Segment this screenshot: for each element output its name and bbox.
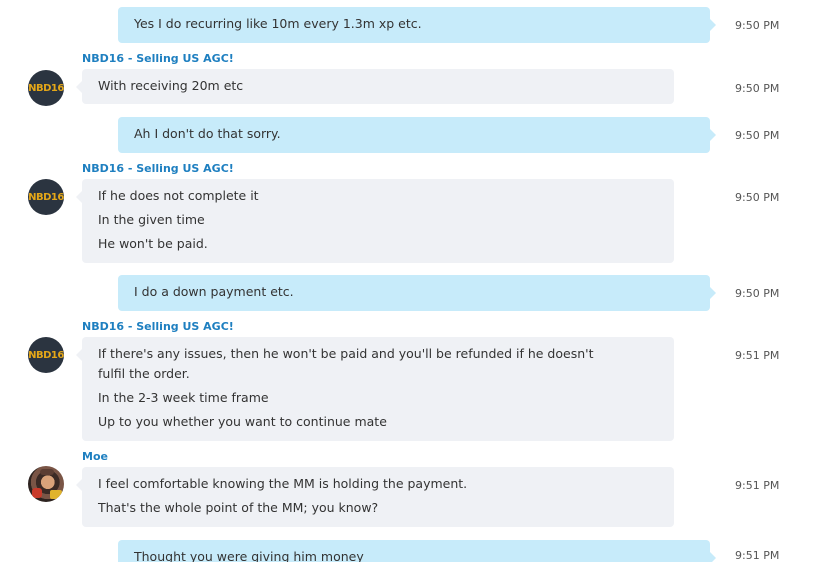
message-timestamp: 9:51 PM — [735, 349, 780, 362]
message-timestamp: 9:50 PM — [735, 129, 780, 142]
moe-avatar-photo[interactable] — [28, 466, 64, 502]
outgoing-message[interactable]: Ah I don't do that sorry. — [118, 117, 716, 153]
message-timestamp: 9:50 PM — [735, 19, 780, 32]
message-text: Ah I don't do that sorry. — [134, 126, 281, 141]
chat-conversation: Yes I do recurring like 10m every 1.3m x… — [0, 0, 816, 562]
outgoing-message[interactable]: Yes I do recurring like 10m every 1.3m x… — [118, 7, 716, 43]
message-text: I do a down payment etc. — [134, 284, 294, 299]
message-timestamp: 9:50 PM — [735, 191, 780, 204]
incoming-message[interactable]: I feel comfortable knowing the MM is hol… — [76, 467, 674, 527]
message-timestamp: 9:51 PM — [735, 549, 780, 562]
message-timestamp: 9:50 PM — [735, 287, 780, 300]
sender-name[interactable]: NBD16 - Selling US AGC! — [82, 162, 234, 175]
message-text: In the given time — [98, 212, 205, 227]
incoming-message[interactable]: If he does not complete it In the given … — [76, 179, 674, 263]
message-text: If there's any issues, then he won't be … — [98, 346, 594, 381]
nbd16-avatar-icon[interactable]: NBD16 — [28, 179, 64, 215]
message-text: If he does not complete it — [98, 188, 259, 203]
message-text: With receiving 20m etc — [98, 78, 244, 93]
avatar-text: NBD16 — [28, 349, 64, 361]
nbd16-avatar-icon[interactable]: NBD16 — [28, 70, 64, 106]
sender-name[interactable]: NBD16 - Selling US AGC! — [82, 320, 234, 333]
message-timestamp: 9:51 PM — [735, 479, 780, 492]
incoming-message[interactable]: If there's any issues, then he won't be … — [76, 337, 674, 441]
message-text: In the 2-3 week time frame — [98, 390, 269, 405]
sender-name[interactable]: NBD16 - Selling US AGC! — [82, 52, 234, 65]
message-timestamp: 9:50 PM — [735, 82, 780, 95]
message-text: Thought you were giving him money — [134, 549, 364, 562]
incoming-message[interactable]: With receiving 20m etc — [76, 69, 674, 104]
sender-name[interactable]: Moe — [82, 450, 108, 463]
message-text: Yes I do recurring like 10m every 1.3m x… — [134, 16, 422, 31]
avatar-text: NBD16 — [28, 82, 64, 94]
message-text: Up to you whether you want to continue m… — [98, 414, 387, 429]
outgoing-message[interactable]: Thought you were giving him money — [118, 540, 716, 562]
outgoing-message[interactable]: I do a down payment etc. — [118, 275, 716, 311]
message-text: I feel comfortable knowing the MM is hol… — [98, 476, 468, 491]
nbd16-avatar-icon[interactable]: NBD16 — [28, 337, 64, 373]
avatar-text: NBD16 — [28, 191, 64, 203]
message-text: He won't be paid. — [98, 236, 208, 251]
message-text: That's the whole point of the MM; you kn… — [98, 500, 379, 515]
